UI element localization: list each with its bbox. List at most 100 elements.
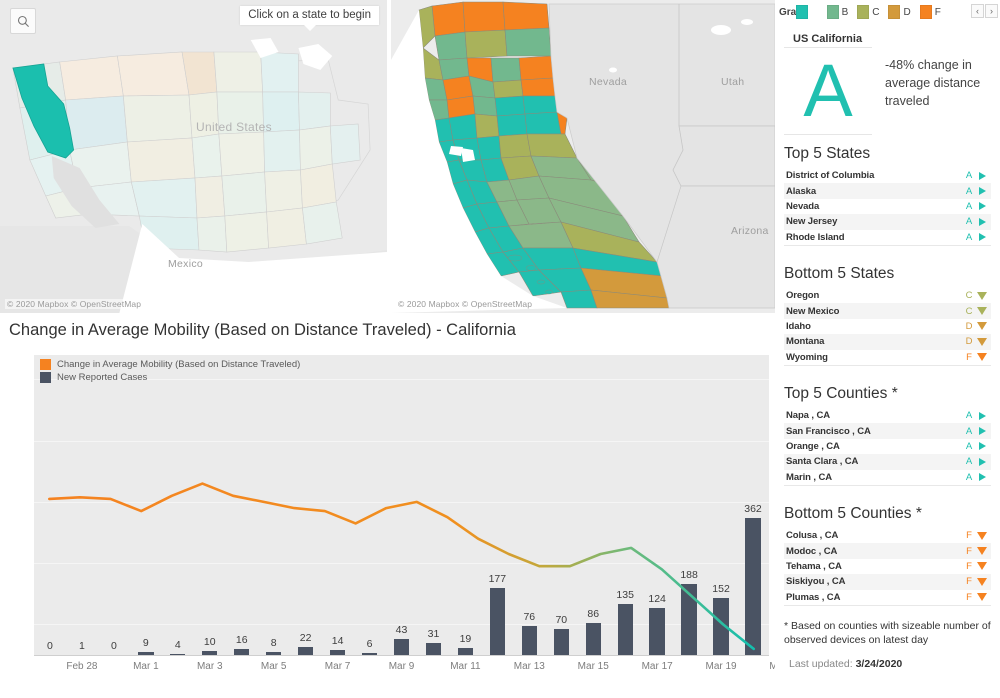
trend-down-icon <box>977 322 987 331</box>
list-item-grade: C <box>965 290 973 302</box>
grade-letter: A <box>803 48 853 132</box>
trend-up-icon <box>977 442 987 451</box>
x-axis-tick: Mar 1 <box>133 661 159 672</box>
list-item-grade: A <box>965 170 973 182</box>
list-item[interactable]: Siskiyou , CA F <box>784 574 991 590</box>
section-bottom-5-counties: Bottom 5 Counties * Colusa , CA F Modoc , C… <box>784 505 991 606</box>
click-state-tooltip: Click on a state to begin <box>240 6 379 31</box>
grade-swatch-c <box>857 5 870 19</box>
list-item[interactable]: Idaho D <box>784 319 991 334</box>
grade-change-note: -48% change in average distance traveled <box>885 58 981 108</box>
section-bottom-5-states: Bottom 5 States Oregon C New Mexico C Idaho D M… <box>784 265 991 366</box>
mobility-dashboard: United States Mexico Click on a state to… <box>0 0 1000 698</box>
list-item-label: Santa Clara , CA <box>786 456 859 468</box>
x-axis-tick: Feb 28 <box>66 661 98 672</box>
legend-item-cases[interactable]: New Reported Cases <box>40 372 300 383</box>
section-top-5-counties: Top 5 Counties * Napa , CA A San Francisco … <box>784 385 991 486</box>
grade-legend-item-a[interactable]: A <box>795 5 818 19</box>
trend-down-icon <box>977 593 987 602</box>
list-item[interactable]: Santa Clara , CA A <box>784 454 991 470</box>
mobility-line-series <box>48 482 755 651</box>
list-item-label: Rhode Island <box>786 231 845 243</box>
list-item[interactable]: Wyoming F <box>784 350 991 365</box>
section-title: Bottom 5 Counties * <box>784 505 922 522</box>
trend-down-icon <box>977 291 987 300</box>
california-county-map-graphic[interactable] <box>391 0 775 313</box>
legend-swatch-cases <box>40 372 51 383</box>
legend-swatch-mobility <box>40 359 51 370</box>
section-title: Top 5 States <box>784 145 871 162</box>
list-item[interactable]: San Francisco , CA A <box>784 423 991 439</box>
grade-legend-items[interactable]: ABCDF <box>795 5 950 19</box>
list-item[interactable]: Alaska A <box>784 183 991 199</box>
trend-up-icon <box>977 217 987 226</box>
list-item-grade: D <box>965 320 973 332</box>
list-item[interactable]: Nevada A <box>784 199 991 214</box>
trend-down-icon <box>977 307 987 316</box>
grade-legend[interactable]: Grade ABCDF ‹ › <box>775 0 1000 24</box>
grade-legend-item-d[interactable]: D <box>888 5 911 19</box>
x-axis-tick: Mar 5 <box>260 661 287 672</box>
section-rows: Napa , CA A San Francisco , CA A Orange , CA… <box>784 408 991 486</box>
list-item-label: District of Columbia <box>786 170 875 182</box>
legend-prev-button[interactable]: ‹ <box>971 4 984 18</box>
us-map-graphic[interactable] <box>0 0 387 313</box>
last-updated: Last updated: 3/24/2020 <box>789 658 902 670</box>
list-item-label: Marin , CA <box>786 471 832 483</box>
list-item[interactable]: Colusa , CA F <box>784 528 991 543</box>
grade-legend-item-f[interactable]: F <box>919 5 941 19</box>
grade-legend-item-c[interactable]: C <box>857 5 879 19</box>
section-rows: Colusa , CA F Modoc , CA F Tehama , CA F Siski… <box>784 528 991 606</box>
list-item[interactable]: Oregon C <box>784 288 991 303</box>
us-map-panel[interactable]: United States Mexico Click on a state to… <box>0 0 389 313</box>
trend-up-icon <box>977 202 987 211</box>
trend-up-icon <box>977 411 987 420</box>
list-item[interactable]: Montana D <box>784 334 991 350</box>
list-item-label: Siskiyou , CA <box>786 576 846 588</box>
list-item[interactable]: Tehama , CA F <box>784 559 991 574</box>
chart-plot-area[interactable]: 0 1 0 9 4 10 16 8 22 14 6 43 31 19 177 76 70 86 135 124 188 1… <box>34 355 769 655</box>
grade-legend-pagination[interactable]: ‹ › <box>970 4 998 18</box>
list-item[interactable]: Napa , CA A <box>784 408 991 423</box>
grade-legend-item-b[interactable]: B <box>826 5 848 19</box>
section-top-5-states: Top 5 States District of Columbia A Alaska A… <box>784 145 991 246</box>
list-item[interactable]: Rhode Island A <box>784 230 991 245</box>
chart-title: Change in Average Mobility (Based on Dis… <box>9 321 516 339</box>
map-search-button[interactable] <box>10 8 36 34</box>
list-item-label: Wyoming <box>786 351 828 363</box>
list-item-grade: A <box>965 456 973 468</box>
counties-footnote: * Based on counties with sizeable number… <box>784 620 991 647</box>
list-item-label: Oregon <box>786 290 820 302</box>
chart-legend[interactable]: Change in Average Mobility (Based on Dis… <box>40 359 300 385</box>
list-item[interactable]: Plumas , CA F <box>784 590 991 605</box>
legend-item-mobility[interactable]: Change in Average Mobility (Based on Dis… <box>40 359 300 370</box>
grade-card: A <box>784 47 872 135</box>
grade-swatch-f <box>919 5 932 19</box>
trend-up-icon <box>977 233 987 242</box>
list-item[interactable]: Orange , CA A <box>784 439 991 454</box>
list-item-grade: C <box>965 305 973 317</box>
trend-up-icon <box>977 427 987 436</box>
list-item[interactable]: District of Columbia A <box>784 168 991 183</box>
list-item-grade: A <box>965 231 973 243</box>
list-item-grade: A <box>965 410 973 422</box>
trend-up-icon <box>977 187 987 196</box>
list-item-label: Tehama , CA <box>786 560 842 572</box>
list-item[interactable]: New Jersey A <box>784 214 991 230</box>
california-county-map-panel[interactable]: Nevada Utah Arizona © 2020 Mapbox © Open… <box>391 0 775 313</box>
legend-next-button[interactable]: › <box>985 4 998 18</box>
trend-down-icon <box>977 562 987 571</box>
list-item[interactable]: Marin , CA A <box>784 470 991 485</box>
list-item-grade: A <box>965 440 973 452</box>
list-item-label: Napa , CA <box>786 410 830 422</box>
x-axis-tick: Mar 17 <box>641 661 673 672</box>
x-axis-tick: Mar 15 <box>577 661 609 672</box>
list-item-label: Montana <box>786 336 825 348</box>
list-item-grade: F <box>966 351 972 363</box>
list-item[interactable]: Modoc , CA F <box>784 543 991 559</box>
list-item[interactable]: New Mexico C <box>784 303 991 319</box>
section-title: Top 5 Counties * <box>784 385 898 402</box>
list-item-grade: A <box>965 425 973 437</box>
grade-swatch-a <box>795 5 808 19</box>
list-item-label: Nevada <box>786 200 820 212</box>
